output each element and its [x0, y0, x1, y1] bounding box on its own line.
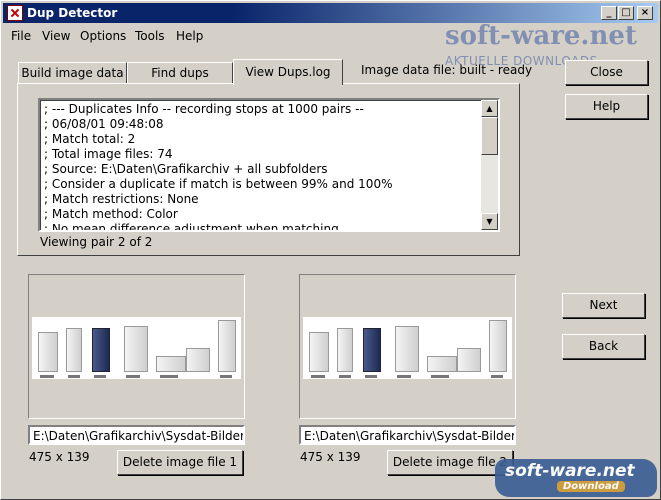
menu-tools[interactable]: Tools: [135, 29, 165, 43]
log-line: ; Total image files: 74: [44, 147, 173, 161]
close-button[interactable]: Close: [565, 60, 648, 85]
log-lines: ; --- Duplicates Info -- recording stops…: [44, 102, 480, 232]
scroll-up-icon[interactable]: ▲: [481, 100, 498, 117]
log-line: ; Match total: 2: [44, 132, 136, 146]
watermark-brand-bottom: soft-ware.net: [505, 461, 635, 481]
menu-help[interactable]: Help: [176, 29, 203, 43]
next-button[interactable]: Next: [562, 293, 645, 318]
close-window-button[interactable]: ×: [637, 6, 653, 20]
back-button[interactable]: Back: [562, 334, 645, 359]
image-thumbnail-2: [303, 317, 512, 379]
image-dims-2: 475 x 139: [300, 450, 361, 464]
log-line: ; 06/08/01 09:48:08: [44, 117, 164, 131]
title-bar[interactable]: Dup Detector _ □ ×: [3, 3, 658, 23]
scroll-down-icon[interactable]: ▼: [481, 213, 498, 230]
log-line: ; Source: E:\Daten\Grafikarchiv + all su…: [44, 162, 328, 176]
watermark-download-tag: Download: [557, 481, 625, 492]
log-line: ; Match restrictions: None: [44, 192, 199, 206]
help-button[interactable]: Help: [565, 94, 648, 119]
log-line: ; Consider a duplicate if match is betwe…: [44, 177, 393, 191]
maximize-button[interactable]: □: [618, 6, 634, 20]
image-path-field-1[interactable]: E:\Daten\Grafikarchiv\Sysdat-Bilder\co: [28, 425, 245, 445]
image-dims-1: 475 x 139: [29, 450, 90, 464]
viewing-pair-label: Viewing pair 2 of 2: [40, 235, 153, 249]
minimize-button[interactable]: _: [601, 6, 617, 20]
image-path-field-2[interactable]: E:\Daten\Grafikarchiv\Sysdat-Bilder\co: [299, 425, 516, 445]
log-line: ; No mean difference adjustment when mat…: [44, 222, 339, 232]
log-textbox[interactable]: ; --- Duplicates Info -- recording stops…: [38, 98, 500, 232]
watermark-brand: soft-ware.net: [445, 21, 637, 51]
delete-image-1-button[interactable]: Delete image file 1: [117, 450, 243, 475]
watermark-logo-bottom: soft-ware.net Download: [495, 459, 657, 497]
app-window: Dup Detector _ □ × File View Options Too…: [0, 0, 661, 500]
image-preview-1: [28, 274, 245, 419]
menu-file[interactable]: File: [11, 29, 31, 43]
app-icon: [7, 5, 23, 21]
menu-options[interactable]: Options: [80, 29, 126, 43]
image-thumbnail-1: [32, 317, 241, 379]
menu-view[interactable]: View: [42, 29, 70, 43]
log-scrollbar[interactable]: ▲ ▼: [481, 100, 498, 230]
tab-view-dups-log[interactable]: View Dups.log: [233, 59, 343, 85]
log-line: ; Match method: Color: [44, 207, 178, 221]
tab-find-dups[interactable]: Find dups: [127, 62, 233, 84]
image-preview-2: [299, 274, 516, 419]
image-data-status: Image data file: built - ready: [361, 63, 533, 77]
window-title: Dup Detector: [27, 6, 118, 20]
tab-build-image-data[interactable]: Build image data: [18, 62, 127, 84]
log-line: ; --- Duplicates Info -- recording stops…: [44, 102, 364, 116]
scroll-thumb[interactable]: [481, 117, 498, 155]
